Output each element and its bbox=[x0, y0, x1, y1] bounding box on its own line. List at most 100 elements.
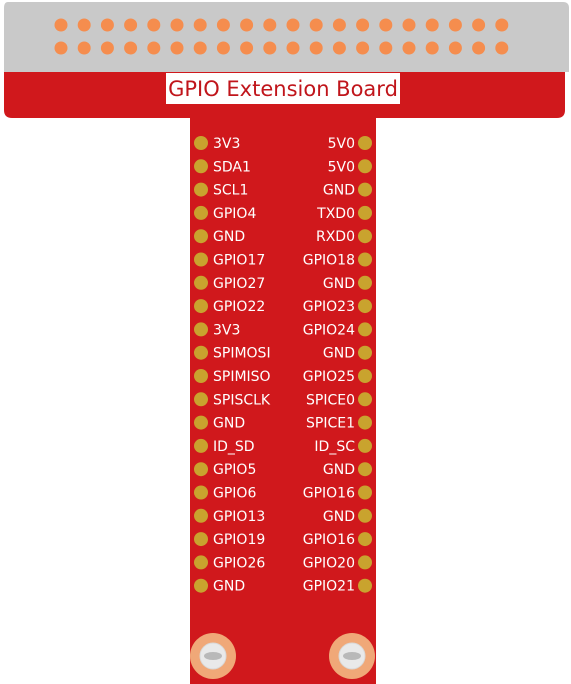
mount-hole-left bbox=[190, 633, 236, 679]
right-pin-pad bbox=[358, 555, 372, 570]
left-pin-pad bbox=[194, 462, 208, 477]
left-pin-label: GPIO22 bbox=[213, 299, 265, 315]
header-pin bbox=[402, 41, 416, 55]
right-pin-pad bbox=[358, 369, 372, 383]
right-pin-label: GND bbox=[323, 509, 355, 525]
right-pin-label: GPIO23 bbox=[303, 299, 355, 315]
header-pin bbox=[472, 18, 486, 32]
left-pin-label: GPIO19 bbox=[213, 532, 265, 548]
board-title: GPIO Extension Board bbox=[168, 77, 398, 101]
right-pin-label: GND bbox=[323, 183, 355, 199]
left-pin-pad bbox=[194, 299, 208, 314]
header-pin bbox=[286, 18, 300, 32]
header-pin bbox=[240, 41, 254, 55]
right-pin-pad bbox=[358, 299, 372, 314]
right-pin-label: GPIO21 bbox=[303, 579, 355, 595]
right-pin-label: GPIO16 bbox=[303, 532, 355, 548]
right-pin-pad bbox=[358, 508, 372, 523]
left-pin-pad bbox=[194, 485, 208, 500]
right-pin-label: RXD0 bbox=[316, 229, 355, 245]
right-pin-pad bbox=[358, 532, 372, 547]
right-pin-label: 5V0 bbox=[328, 136, 355, 152]
header-pin bbox=[309, 41, 323, 55]
left-pin-label: GPIO5 bbox=[213, 462, 256, 478]
header-pin bbox=[332, 41, 346, 55]
right-pin-label: ID_SC bbox=[314, 439, 355, 455]
left-pin-pad bbox=[194, 229, 208, 244]
right-pin-pad bbox=[358, 485, 372, 500]
header-pin bbox=[448, 18, 462, 32]
left-pin-label: GPIO13 bbox=[213, 509, 265, 525]
left-pin-label: GPIO17 bbox=[213, 253, 265, 269]
left-pin-pad bbox=[194, 182, 208, 197]
mount-hole-right bbox=[329, 633, 375, 679]
left-pin-label: GPIO27 bbox=[213, 276, 265, 292]
left-pin-label: SPISCLK bbox=[213, 392, 271, 408]
left-pin-label: SPIMOSI bbox=[213, 346, 271, 362]
right-pin-pad bbox=[358, 322, 372, 337]
left-pin-label: GPIO26 bbox=[213, 555, 265, 571]
left-pin-label: GND bbox=[213, 229, 245, 245]
header-pin bbox=[193, 41, 207, 55]
header-pin bbox=[124, 41, 138, 55]
right-pin-pad bbox=[358, 392, 372, 407]
header-pin bbox=[147, 18, 161, 32]
header-pin bbox=[216, 41, 230, 55]
left-pin-pad bbox=[194, 205, 208, 220]
left-pin-pad bbox=[194, 136, 208, 150]
right-pin-label: 5V0 bbox=[328, 159, 355, 175]
header-pin bbox=[495, 18, 509, 32]
header-pin bbox=[263, 18, 277, 32]
header-pin bbox=[240, 18, 254, 32]
left-pin-label: ID_SD bbox=[213, 439, 255, 455]
left-pin-pad bbox=[194, 252, 208, 267]
left-pin-pad bbox=[194, 345, 208, 360]
right-pin-pad bbox=[358, 205, 372, 220]
left-pin-label: 3V3 bbox=[213, 136, 240, 152]
ribbon-connector bbox=[4, 2, 569, 72]
header-pin bbox=[472, 41, 486, 55]
left-pin-label: GPIO6 bbox=[213, 486, 256, 502]
header-pin bbox=[216, 18, 230, 32]
right-pin-label: GPIO20 bbox=[303, 555, 355, 571]
left-pin-pad bbox=[194, 159, 208, 174]
right-pin-label: GPIO24 bbox=[303, 322, 355, 338]
left-pin-pad bbox=[194, 532, 208, 547]
right-pin-pad bbox=[358, 159, 372, 174]
header-pin bbox=[54, 18, 68, 32]
right-pin-label: GPIO18 bbox=[303, 253, 355, 269]
right-pin-pad bbox=[358, 136, 372, 150]
header-pin bbox=[54, 41, 68, 55]
header-pin bbox=[100, 18, 114, 32]
left-pin-label: SDA1 bbox=[213, 159, 251, 175]
header-pin bbox=[356, 18, 370, 32]
left-pin-pad bbox=[194, 438, 208, 453]
header-pin bbox=[425, 18, 439, 32]
left-pin-pad bbox=[194, 275, 208, 290]
right-pin-pad bbox=[358, 438, 372, 453]
header-pin bbox=[77, 41, 91, 55]
left-pin-label: SCL1 bbox=[213, 183, 248, 199]
left-pin-label: GND bbox=[213, 416, 245, 432]
header-pin bbox=[124, 18, 138, 32]
header-pin bbox=[170, 18, 184, 32]
left-pin-label: GND bbox=[213, 579, 245, 595]
right-pin-pad bbox=[358, 345, 372, 360]
header-pin bbox=[170, 41, 184, 55]
header-pin bbox=[147, 41, 161, 55]
right-pin-label: SPICE0 bbox=[306, 392, 355, 408]
right-pin-pad bbox=[358, 275, 372, 290]
right-pin-label: SPICE1 bbox=[306, 416, 355, 432]
left-pin-pad bbox=[194, 369, 208, 383]
header-pin bbox=[263, 41, 277, 55]
header-pin bbox=[286, 41, 300, 55]
left-pin-pad bbox=[194, 392, 208, 407]
left-pin-pad bbox=[194, 555, 208, 570]
header-pin bbox=[309, 18, 323, 32]
right-pin-pad bbox=[358, 462, 372, 477]
left-pin-label: GPIO4 bbox=[213, 206, 256, 222]
header-pin bbox=[448, 41, 462, 55]
right-pin-label: GPIO25 bbox=[303, 369, 355, 385]
right-pin-pad bbox=[358, 415, 372, 430]
header-pin bbox=[356, 41, 370, 55]
